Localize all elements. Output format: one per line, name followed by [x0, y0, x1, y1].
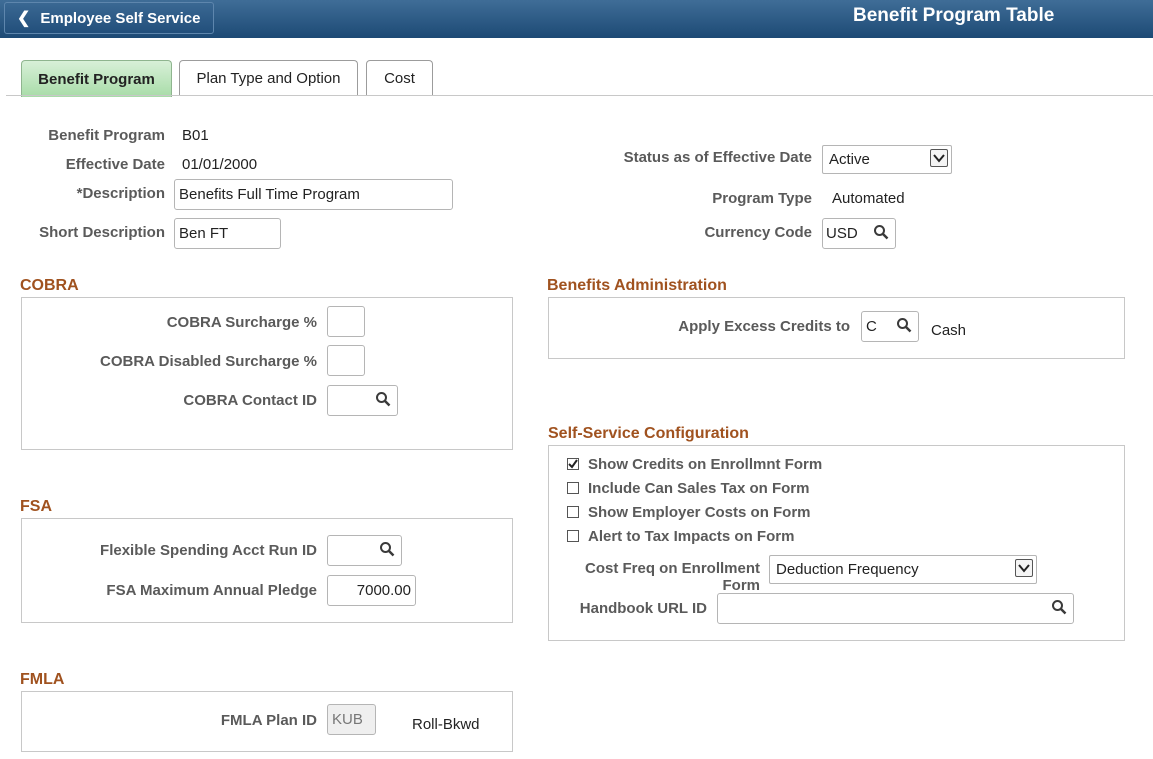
cobra-contact-id-label: COBRA Contact ID	[183, 392, 317, 409]
currency-code-value: USD	[826, 225, 858, 242]
benefit-program-label: Benefit Program	[48, 127, 165, 144]
show-credits-label: Show Credits on Enrollmnt Form	[588, 456, 823, 473]
status-select[interactable]: Active	[822, 145, 952, 174]
apply-excess-credits-desc: Cash	[931, 322, 967, 339]
cost-freq-label: Cost Freq on Enrollment Form	[585, 560, 760, 594]
include-can-sales-tax-checkbox[interactable]	[567, 482, 579, 494]
benefits-admin-section-title: Benefits Administration	[547, 277, 727, 294]
back-button-label: Employee Self Service	[40, 9, 201, 27]
checkmark-icon	[568, 459, 578, 469]
description-label: *Description	[76, 185, 165, 202]
cost-freq-label-line1: Cost Freq on Enrollment	[584, 560, 760, 577]
fsa-run-id-label: Flexible Spending Acct Run ID	[100, 542, 317, 559]
alert-tax-impacts-label: Alert to Tax Impacts on Form	[588, 528, 795, 545]
description-field[interactable]: Benefits Full Time Program	[174, 179, 453, 210]
magnifier-icon[interactable]	[896, 317, 912, 333]
tab-benefit-program[interactable]: Benefit Program	[21, 60, 172, 97]
top-banner: ❮ Employee Self Service Benefit Program …	[0, 0, 1153, 38]
status-label: Status as of Effective Date	[623, 149, 812, 166]
cobra-disabled-surcharge-field[interactable]	[327, 345, 365, 376]
fmla-plan-id-desc: Roll-Bkwd	[412, 716, 480, 733]
page-title: Benefit Program Table	[853, 5, 1055, 26]
chevron-left-icon: ❮	[17, 10, 31, 27]
program-type-label: Program Type	[712, 190, 812, 207]
short-description-label: Short Description	[39, 224, 165, 241]
alert-tax-impacts-checkbox[interactable]	[567, 530, 579, 542]
fsa-max-pledge-label: FSA Maximum Annual Pledge	[106, 582, 317, 599]
fsa-run-id-field[interactable]	[327, 535, 402, 566]
currency-code-field[interactable]: USD	[822, 218, 896, 249]
fsa-section-title: FSA	[20, 498, 52, 515]
magnifier-icon[interactable]	[873, 224, 889, 240]
apply-excess-credits-label: Apply Excess Credits to	[678, 318, 850, 335]
effective-date-label: Effective Date	[65, 156, 165, 173]
program-type-value: Automated	[832, 190, 905, 207]
apply-excess-credits-field[interactable]: C	[861, 311, 919, 342]
cobra-surcharge-label: COBRA Surcharge %	[166, 314, 317, 331]
currency-code-label: Currency Code	[704, 224, 812, 241]
cobra-surcharge-field[interactable]	[327, 306, 365, 337]
tab-label: Cost	[384, 70, 415, 87]
tab-label: Benefit Program	[38, 70, 155, 88]
fmla-plan-id-field: KUB	[327, 704, 376, 735]
back-button[interactable]: ❮ Employee Self Service	[4, 2, 214, 34]
fsa-max-pledge-field[interactable]: 7000.00	[327, 575, 416, 606]
benefit-program-value: B01	[182, 127, 209, 144]
chevron-down-icon	[1015, 559, 1033, 577]
short-description-field[interactable]: Ben FT	[174, 218, 281, 249]
tab-cost[interactable]: Cost	[366, 60, 433, 96]
tab-plan-type-and-option[interactable]: Plan Type and Option	[179, 60, 358, 96]
cobra-section-title: COBRA	[20, 277, 79, 294]
effective-date-value: 01/01/2000	[182, 156, 258, 173]
cost-freq-select[interactable]: Deduction Frequency	[769, 555, 1037, 584]
tab-label: Plan Type and Option	[196, 70, 341, 87]
cost-freq-label-line2: Form	[722, 577, 761, 594]
chevron-down-icon	[930, 149, 948, 167]
status-select-value: Active	[829, 151, 870, 168]
magnifier-icon[interactable]	[379, 541, 395, 557]
include-can-sales-tax-label: Include Can Sales Tax on Form	[588, 480, 810, 497]
show-credits-checkbox[interactable]	[567, 458, 579, 470]
show-employer-costs-label: Show Employer Costs on Form	[588, 504, 811, 521]
magnifier-icon[interactable]	[1051, 599, 1067, 615]
apply-excess-credits-value: C	[866, 318, 877, 335]
tab-divider	[6, 95, 1153, 96]
show-employer-costs-checkbox[interactable]	[567, 506, 579, 518]
handbook-url-label: Handbook URL ID	[579, 600, 707, 617]
cost-freq-select-value: Deduction Frequency	[776, 561, 919, 578]
self-service-section-title: Self-Service Configuration	[548, 425, 749, 442]
fsa-box	[21, 518, 513, 623]
fmla-section-title: FMLA	[20, 671, 65, 688]
cobra-contact-id-field[interactable]	[327, 385, 398, 416]
handbook-url-field[interactable]	[717, 593, 1074, 624]
cobra-disabled-surcharge-label: COBRA Disabled Surcharge %	[100, 353, 317, 370]
magnifier-icon[interactable]	[375, 391, 391, 407]
fmla-plan-id-label: FMLA Plan ID	[220, 712, 317, 729]
